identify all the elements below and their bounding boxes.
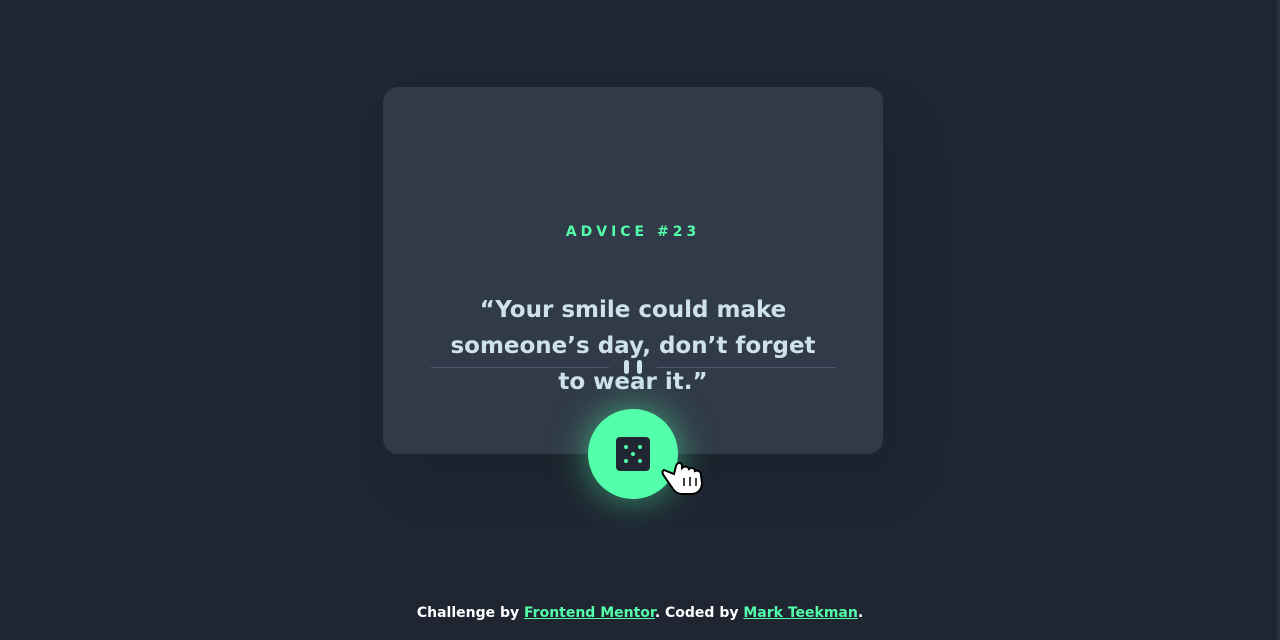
divider-line-left: [431, 367, 609, 368]
footer-suffix: .: [857, 605, 864, 621]
advice-quote: “Your smile could make someone’s day, do…: [383, 292, 883, 400]
hand-pointer-cursor-icon: [661, 462, 704, 495]
advice-id-label: ADVICE #23: [565, 224, 701, 240]
frontend-mentor-link[interactable]: Frontend Mentor: [524, 605, 655, 621]
pattern-divider: [431, 359, 835, 375]
advice-card: ADVICE #23 “Your smile could make someon…: [383, 87, 883, 454]
divider-line-right: [657, 367, 835, 368]
advice-quote-text: “Your smile could make someone’s day, do…: [450, 297, 816, 395]
author-link[interactable]: Mark Teekman: [743, 605, 857, 621]
dice-icon: [616, 437, 650, 471]
attribution-footer: Challenge by Frontend Mentor. Coded by M…: [0, 603, 1280, 623]
footer-prefix: Challenge by: [416, 605, 524, 621]
pause-icon: [624, 360, 642, 374]
footer-middle: . Coded by: [654, 605, 744, 621]
